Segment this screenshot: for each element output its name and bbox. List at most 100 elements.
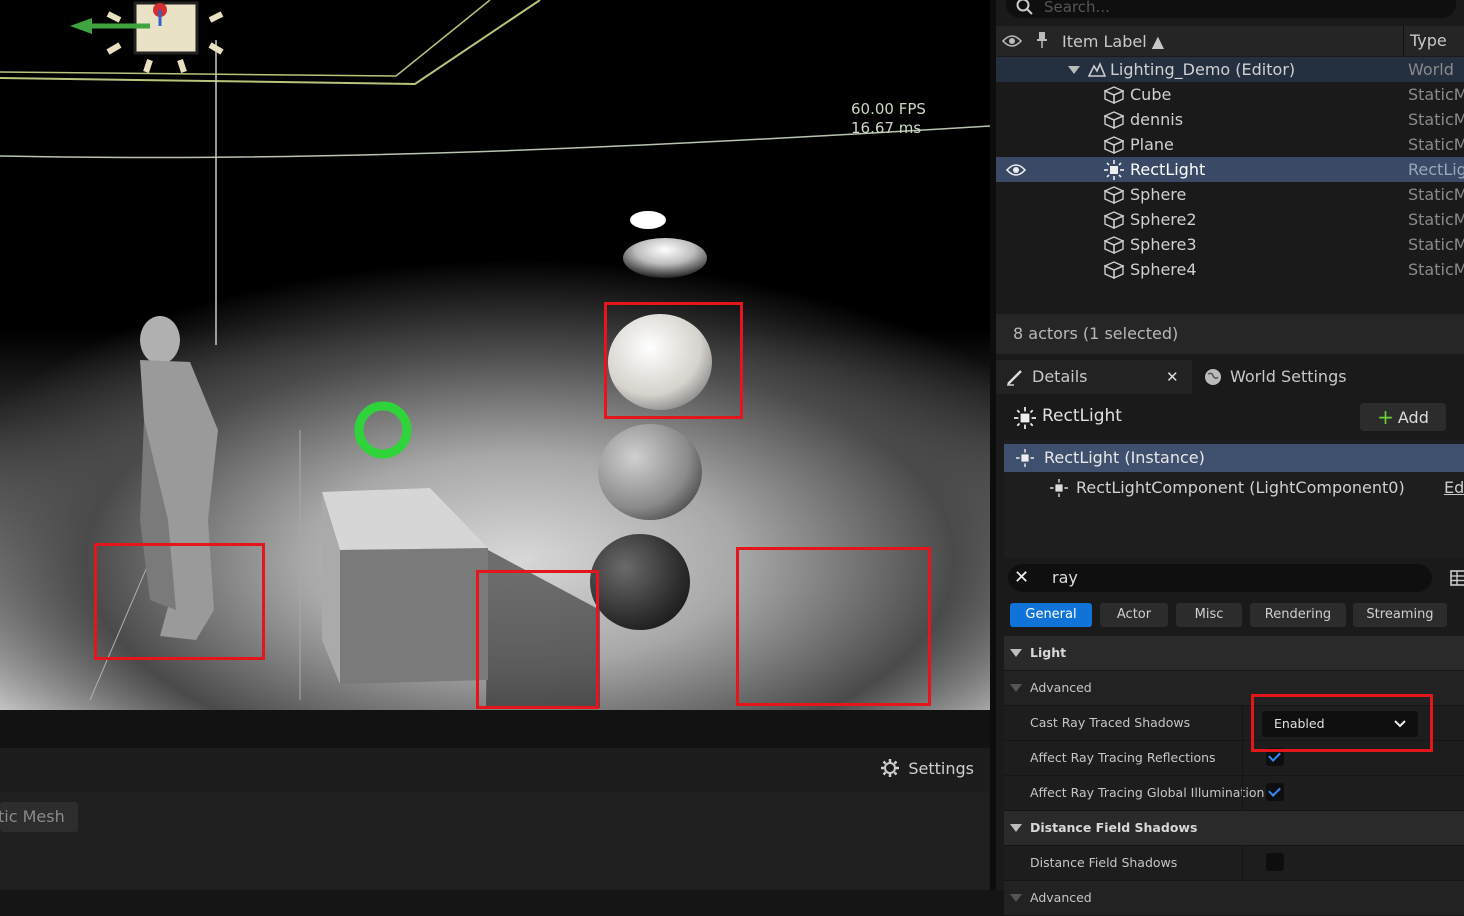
- expand-arrow-icon[interactable]: [1010, 684, 1022, 692]
- light-icon: [1016, 449, 1034, 467]
- eye-icon[interactable]: [1006, 162, 1026, 178]
- tree-item-label: Sphere3: [1130, 235, 1197, 254]
- gi-checkbox[interactable]: [1266, 783, 1284, 801]
- clear-search-icon[interactable]: ✕: [1014, 564, 1029, 592]
- tree-row-world[interactable]: Lighting_Demo (Editor) World: [996, 57, 1464, 82]
- eye-icon[interactable]: [1002, 33, 1022, 49]
- property-matrix-icon[interactable]: [1450, 570, 1464, 586]
- tree-row-cube[interactable]: Cube StaticM: [996, 82, 1464, 107]
- right-panel: Search... Item Label ▲ Type Lighting_Dem…: [990, 0, 1464, 916]
- highlight-box-cube-shadow: [476, 570, 599, 709]
- plus-icon: +: [1377, 405, 1394, 429]
- tree-item-label: RectLight: [1130, 160, 1206, 179]
- section-distance-field-shadows[interactable]: Distance Field Shadows: [1004, 811, 1464, 846]
- category-general[interactable]: General: [1010, 603, 1092, 627]
- filter-chip-static-mesh[interactable]: tic Mesh: [0, 802, 78, 832]
- expand-arrow-icon[interactable]: [1010, 649, 1022, 657]
- tree-row-plane[interactable]: Plane StaticM: [996, 132, 1464, 157]
- static-mesh-icon: [1104, 186, 1124, 204]
- property-label: Affect Ray Tracing Reflections: [1030, 750, 1216, 765]
- column-item-label[interactable]: Item Label ▲: [1062, 32, 1164, 51]
- actor-name[interactable]: RectLight: [1042, 406, 1122, 426]
- component-instance-label: RectLight (Instance): [1044, 448, 1205, 467]
- section-light[interactable]: Light: [1004, 636, 1464, 671]
- highlight-box-dropdown: [1251, 694, 1433, 752]
- property-label: Cast Ray Traced Shadows: [1030, 715, 1191, 730]
- tree-item-label: Sphere4: [1130, 260, 1197, 279]
- category-filters: General Actor Misc Rendering Streaming: [996, 603, 1464, 629]
- tab-world-settings[interactable]: World Settings: [1204, 360, 1347, 394]
- rect-light-gizmo: [70, 1, 224, 73]
- close-icon[interactable]: ✕: [1166, 360, 1179, 394]
- subsection-advanced-label: Advanced: [1030, 680, 1092, 695]
- tree-row-sphere3[interactable]: Sphere3 StaticM: [996, 232, 1464, 257]
- tree-item-type: StaticM: [1408, 210, 1464, 229]
- distance-field-shadows-checkbox[interactable]: [1266, 853, 1284, 871]
- expand-arrow-icon[interactable]: [1010, 894, 1022, 902]
- tree-item-type: StaticM: [1408, 110, 1464, 129]
- subsection-advanced-2[interactable]: Advanced: [1004, 881, 1464, 916]
- category-actor[interactable]: Actor: [1100, 603, 1168, 627]
- selected-actor-header: RectLight + Add: [996, 398, 1464, 438]
- settings-button[interactable]: Settings: [880, 758, 974, 778]
- tree-item-type: StaticM: [1408, 85, 1464, 104]
- static-mesh-icon: [1104, 261, 1124, 279]
- highlight-box-sphere: [604, 302, 743, 419]
- search-placeholder: Search...: [1044, 0, 1110, 16]
- category-rendering[interactable]: Rendering: [1250, 603, 1346, 627]
- edit-link[interactable]: Edi: [1444, 474, 1464, 502]
- tree-item-type: StaticM: [1408, 185, 1464, 204]
- section-light-label: Light: [1030, 645, 1067, 660]
- static-mesh-icon: [1104, 236, 1124, 254]
- level-icon: [1088, 61, 1106, 77]
- gear-icon: [881, 759, 900, 777]
- tree-row-dennis[interactable]: dennis StaticM: [996, 107, 1464, 132]
- category-misc[interactable]: Misc: [1176, 603, 1242, 627]
- details-search-value: ray: [1052, 568, 1078, 587]
- column-type[interactable]: Type: [1403, 26, 1447, 56]
- tree-row-rectlight[interactable]: RectLight RectLig: [996, 157, 1464, 182]
- expand-arrow-icon[interactable]: [1010, 824, 1022, 832]
- tree-row-sphere4[interactable]: Sphere4 StaticM: [996, 257, 1464, 282]
- pencil-icon: [1007, 370, 1022, 386]
- collapse-arrow-icon[interactable]: [1068, 66, 1080, 74]
- settings-label: Settings: [908, 758, 974, 778]
- static-mesh-icon: [1104, 136, 1124, 154]
- outliner-header: Item Label ▲ Type: [996, 26, 1464, 56]
- component-instance-row[interactable]: RectLight (Instance): [1004, 444, 1464, 472]
- tree-row-sphere[interactable]: Sphere StaticM: [996, 182, 1464, 207]
- tree-item-type: StaticM: [1408, 135, 1464, 154]
- tree-row-sphere2[interactable]: Sphere2 StaticM: [996, 207, 1464, 232]
- component-row-rectlightcomponent[interactable]: RectLightComponent (LightComponent0) Edi: [1004, 474, 1464, 502]
- light-icon: [1014, 407, 1036, 429]
- property-label: Affect Ray Tracing Global Illumination: [1030, 785, 1265, 800]
- pin-icon[interactable]: [1036, 31, 1048, 49]
- level-viewport[interactable]: 60.00 FPS 16.67 ms: [0, 0, 990, 710]
- component-label: RectLightComponent (LightComponent0): [1076, 478, 1405, 497]
- property-label: Distance Field Shadows: [1030, 855, 1178, 870]
- outliner-search-input[interactable]: Search...: [1006, 0, 1456, 18]
- category-streaming[interactable]: Streaming: [1353, 603, 1447, 627]
- tab-details-label: Details: [1032, 367, 1088, 386]
- tab-details[interactable]: Details ✕: [996, 360, 1192, 394]
- tree-item-label: Plane: [1130, 135, 1174, 154]
- frame-ms-value: 16.67 ms: [851, 119, 922, 137]
- static-mesh-icon: [1104, 86, 1124, 104]
- tree-item-type: StaticM: [1408, 235, 1464, 254]
- tree-item-label: Sphere: [1130, 185, 1187, 204]
- details-search-input[interactable]: ✕ ray: [1008, 564, 1432, 592]
- tree-item-label: Lighting_Demo (Editor): [1110, 60, 1296, 79]
- actors-count: 8 actors (1 selected): [996, 314, 1464, 354]
- highlight-box-figure-shadow: [94, 543, 265, 660]
- property-affect-ray-tracing-gi: Affect Ray Tracing Global Illumination: [1004, 776, 1464, 811]
- property-distance-field-shadows: Distance Field Shadows: [1004, 846, 1464, 881]
- add-component-button[interactable]: + Add: [1360, 403, 1446, 431]
- section-dfs-label: Distance Field Shadows: [1030, 820, 1198, 835]
- tree-item-label: Sphere2: [1130, 210, 1197, 229]
- fps-readout: 60.00 FPS 16.67 ms: [851, 100, 926, 138]
- content-browser-area: tic Mesh: [0, 792, 990, 890]
- globe-icon: [1205, 369, 1221, 385]
- search-icon: [1016, 0, 1033, 15]
- add-label: Add: [1397, 408, 1429, 427]
- content-browser-toolbar: Settings: [0, 748, 990, 792]
